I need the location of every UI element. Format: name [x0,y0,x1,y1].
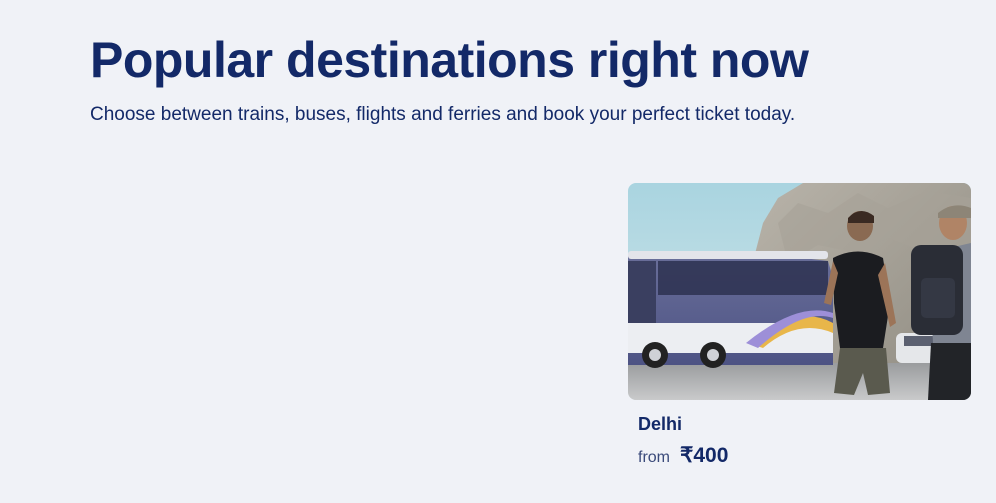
destination-price-row: from ₹400 [638,443,728,468]
section-subtitle: Choose between trains, buses, flights an… [90,104,796,125]
destination-price: ₹400 [680,444,729,467]
destination-card-delhi[interactable]: Delhi from ₹400 [628,183,971,483]
section-title: Popular destinations right now [90,32,809,88]
destination-name: Delhi [638,414,683,434]
destination-photo[interactable] [628,183,971,400]
price-from-label: from [638,449,670,466]
popular-destinations-section: Popular destinations right now Choose be… [0,0,996,503]
